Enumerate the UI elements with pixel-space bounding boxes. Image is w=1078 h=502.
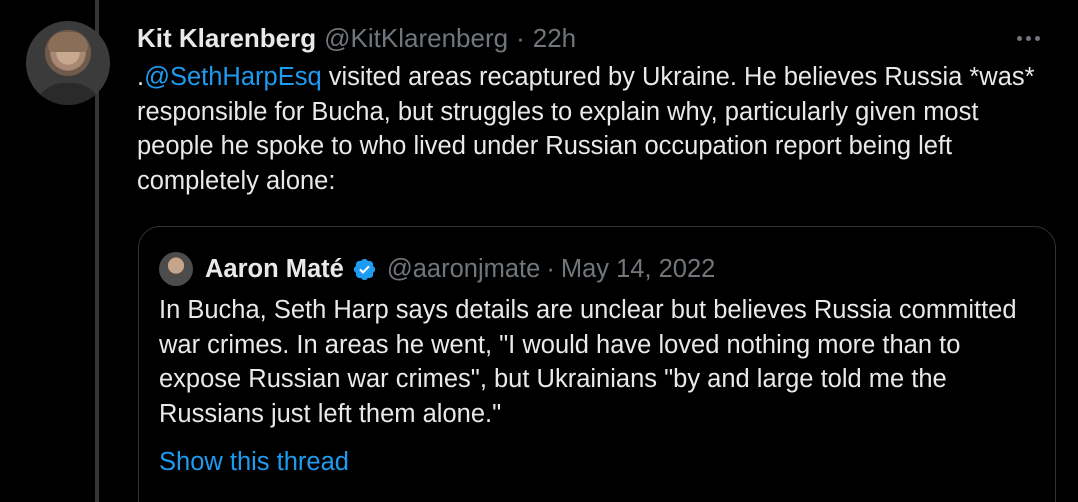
quoted-meta-separator: · (546, 254, 555, 283)
avatar[interactable] (26, 21, 110, 105)
quoted-tweet[interactable]: Aaron Maté @aaronjmate · May 14, 2022 In… (138, 226, 1056, 502)
mention-link[interactable]: @SethHarpEsq (144, 63, 322, 91)
author-name[interactable]: Kit Klarenberg (137, 23, 316, 54)
more-dot (1025, 35, 1031, 41)
tweet-text: .@SethHarpEsq visited areas recaptured b… (137, 60, 1047, 198)
avatar-shirt (34, 83, 102, 105)
quoted-tweet-text: In Bucha, Seth Harp says details are unc… (159, 296, 1017, 428)
meta-separator: · (516, 22, 525, 53)
quoted-avatar[interactable] (159, 252, 193, 286)
quoted-date[interactable]: May 14, 2022 (561, 255, 716, 284)
quoted-author-name[interactable]: Aaron Maté (205, 255, 344, 284)
tweet[interactable]: Kit Klarenberg @KitKlarenberg · 22h .@Se… (0, 0, 1078, 502)
tweet-time[interactable]: 22h (533, 23, 576, 54)
tweet-header: Kit Klarenberg @KitKlarenberg · 22h (137, 20, 576, 56)
show-thread-link[interactable]: Show this thread (159, 445, 349, 479)
quoted-tweet-header: Aaron Maté @aaronjmate · May 14, 2022 (159, 249, 715, 289)
author-handle[interactable]: @KitKlarenberg (324, 23, 508, 54)
more-dot (1016, 35, 1022, 41)
verified-badge-icon (353, 258, 376, 280)
more-dot (1034, 35, 1040, 41)
avatar-hair (48, 32, 88, 52)
more-icon[interactable] (1008, 22, 1048, 54)
quoted-author-handle[interactable]: @aaronjmate (387, 255, 540, 284)
